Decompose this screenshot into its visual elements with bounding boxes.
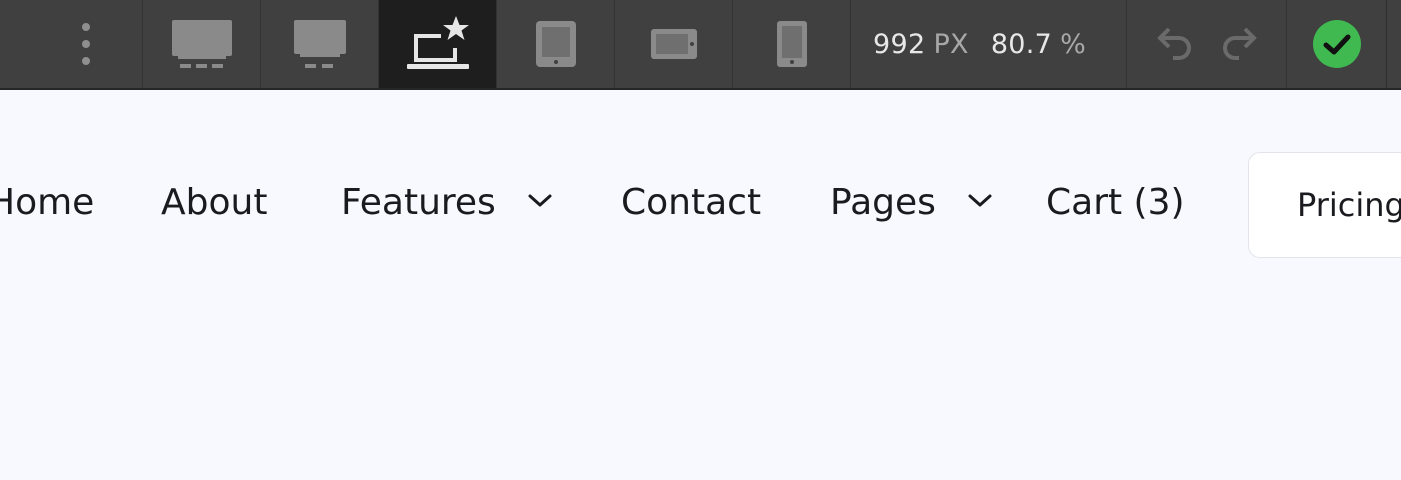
breakpoint-desktop-button[interactable] — [261, 0, 379, 88]
site-navbar: Home About Features Contact Pages Cart (… — [0, 90, 1401, 480]
nav-link-label: About — [161, 182, 268, 223]
laptop-star-icon — [406, 16, 469, 69]
more-options-button[interactable] — [30, 0, 143, 88]
canvas-size-readout: 992 PX 80.7 % — [851, 0, 1127, 88]
publish-status-button[interactable] — [1287, 0, 1387, 88]
undo-icon — [1156, 27, 1191, 60]
pricing-button[interactable]: Pricing — [1248, 152, 1401, 258]
zoom-unit: % — [1060, 28, 1087, 60]
nav-link-cart[interactable]: Cart (3) — [1046, 177, 1185, 229]
undo-button[interactable] — [1143, 26, 1207, 62]
nav-link-about[interactable]: About — [161, 177, 267, 229]
chevron-down-icon — [968, 194, 992, 207]
nav-link-label: Contact — [621, 182, 762, 223]
redo-button[interactable] — [1207, 26, 1271, 62]
tablet-icon — [535, 21, 576, 67]
desktop-icon — [293, 20, 346, 68]
nav-link-home[interactable]: Home — [0, 177, 94, 229]
redo-icon — [1222, 27, 1257, 60]
mobile-landscape-icon — [650, 29, 697, 59]
check-circle-icon — [1312, 20, 1361, 68]
breakpoint-mobile-landscape-button[interactable] — [615, 0, 733, 88]
nav-link-label: Pages — [830, 182, 936, 223]
canvas-width-unit: PX — [933, 28, 969, 60]
history-controls — [1127, 0, 1287, 88]
desktop-large-icon — [171, 20, 232, 68]
vertical-dots-icon — [82, 23, 90, 65]
breakpoint-laptop-base-button[interactable] — [379, 0, 497, 88]
chevron-down-icon — [528, 194, 552, 207]
mobile-portrait-icon — [776, 21, 807, 67]
nav-link-label: Home — [0, 182, 95, 223]
breakpoint-mobile-portrait-button[interactable] — [733, 0, 851, 88]
nav-link-contact[interactable]: Contact — [621, 177, 761, 229]
pricing-button-label: Pricing — [1297, 186, 1401, 224]
nav-dropdown-features[interactable]: Features — [341, 177, 553, 229]
breakpoint-tablet-button[interactable] — [497, 0, 615, 88]
nav-link-label: Cart (3) — [1046, 182, 1185, 223]
nav-link-label: Features — [341, 182, 496, 223]
breakpoint-desktop-large-button[interactable] — [143, 0, 261, 88]
zoom-value: 80.7 — [990, 28, 1053, 60]
nav-dropdown-pages[interactable]: Pages — [830, 177, 993, 229]
designer-toolbar: 992 PX 80.7 % — [0, 0, 1401, 90]
canvas-width-value: 992 — [873, 28, 926, 60]
